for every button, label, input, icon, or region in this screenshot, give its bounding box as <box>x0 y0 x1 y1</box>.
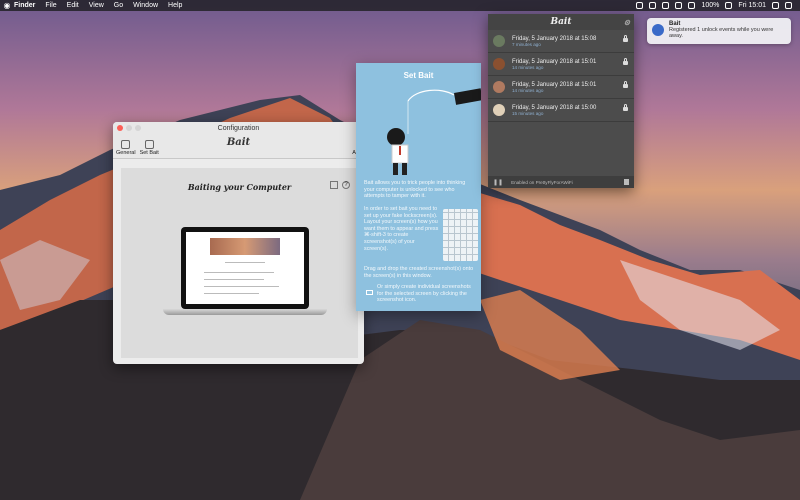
pause-icon[interactable]: ❚❚ <box>493 179 503 186</box>
bait-status-icon[interactable] <box>636 2 644 9</box>
avatar <box>493 104 505 116</box>
event-date: Friday, 5 January 2018 at 15:08 <box>512 35 597 42</box>
wifi-icon[interactable] <box>688 2 696 9</box>
trash-icon[interactable] <box>624 179 629 185</box>
screenshot-icon <box>366 290 373 295</box>
configuration-window: Configuration General Set Bait Bait Abo … <box>113 122 364 364</box>
menubar-clock[interactable]: Fri 15:01 <box>738 2 766 9</box>
gear-icon[interactable]: ⚙ <box>624 18 630 27</box>
event-ago: 14 minutes ago <box>512 64 544 70</box>
bait-logo: Bait <box>550 17 572 27</box>
lock-icon <box>623 35 628 42</box>
events-footer: ❚❚ Enabled on PrettyFlyForAWiFi <box>488 176 634 188</box>
fan-icon[interactable] <box>675 2 683 9</box>
toolbar: General Set Bait Bait Abo <box>113 134 364 159</box>
avatar <box>493 58 505 70</box>
events-panel: Bait ⚙ Friday, 5 January 2018 at 15:08 7… <box>488 14 634 188</box>
event-row[interactable]: Friday, 5 January 2018 at 15:00 15 minut… <box>488 99 634 122</box>
search-icon[interactable] <box>772 2 779 9</box>
menu-file[interactable]: File <box>45 2 56 9</box>
avatar <box>493 35 505 47</box>
event-ago: 15 minutes ago <box>512 110 544 116</box>
window-titlebar[interactable]: Configuration <box>113 122 364 134</box>
preview-hero-image <box>210 238 280 255</box>
help-button[interactable]: ? <box>342 181 350 189</box>
screenshot-hint-text: Or simply create individual screenshots … <box>377 284 471 304</box>
menu-edit[interactable]: Edit <box>67 2 79 9</box>
event-ago: 7 minutes ago <box>512 41 541 47</box>
keyboard-illustration <box>443 209 478 261</box>
events-header: Bait ⚙ <box>488 14 634 30</box>
event-row[interactable]: Friday, 5 January 2018 at 15:08 7 minute… <box>488 30 634 53</box>
cloud-icon[interactable] <box>649 2 657 9</box>
event-row[interactable]: Friday, 5 January 2018 at 15:01 14 minut… <box>488 53 634 76</box>
menu-view[interactable]: View <box>89 2 104 9</box>
apple-menu-icon[interactable]: ◉ <box>0 1 14 10</box>
notification-center-icon[interactable] <box>785 2 792 9</box>
battery-percent[interactable]: 100% <box>701 2 719 9</box>
notification-body: Registered 1 unlock events while you wer… <box>669 27 774 39</box>
drag-drop-text: Drag and drop the created screenshot(s) … <box>364 266 474 279</box>
menu-finder[interactable]: Finder <box>14 2 35 9</box>
battery-icon[interactable] <box>725 2 733 9</box>
lock-icon <box>623 81 628 88</box>
lock-icon <box>623 58 628 65</box>
event-row[interactable]: Friday, 5 January 2018 at 15:01 14 minut… <box>488 76 634 99</box>
instructions-text: In order to set bait you need to set up … <box>364 206 439 252</box>
event-date: Friday, 5 January 2018 at 15:01 <box>512 81 597 88</box>
screenshot-preview <box>186 232 304 304</box>
baiting-heading: Baiting your Computer <box>187 182 292 192</box>
menu-window[interactable]: Window <box>133 2 158 9</box>
window-title: Configuration <box>217 124 260 132</box>
menu-go[interactable]: Go <box>114 2 123 9</box>
lock-icon <box>623 104 628 111</box>
set-bait-content: Baiting your Computer ? <box>121 168 358 358</box>
screen-drop-target[interactable] <box>181 227 309 309</box>
event-date: Friday, 5 January 2018 at 15:01 <box>512 58 597 65</box>
event-date: Friday, 5 January 2018 at 15:00 <box>512 104 597 111</box>
status-area: 100% Fri 15:01 <box>636 2 800 9</box>
tab-set-bait-label: Set Bait <box>139 150 159 156</box>
menu-bar: ◉ Finder File Edit View Go Window Help 1… <box>0 0 800 11</box>
notification-banner[interactable]: Bait Registered 1 unlock events while yo… <box>647 18 791 44</box>
bait-logo: Bait <box>226 137 251 148</box>
screenshot-icon[interactable] <box>330 181 338 189</box>
event-ago: 14 minutes ago <box>512 87 544 93</box>
set-bait-panel: Set Bait Bait allows you to trick people… <box>356 63 481 311</box>
enabled-network-text: Enabled on PrettyFlyForAWiFi <box>511 179 573 185</box>
tab-general-label: General <box>116 150 136 156</box>
intro-text: Bait allows you to trick people into thi… <box>364 180 466 200</box>
bait-app-icon <box>652 24 664 36</box>
menu-help[interactable]: Help <box>168 2 182 9</box>
laptop-base <box>163 309 327 315</box>
lock-status-icon[interactable] <box>662 2 670 9</box>
avatar <box>493 81 505 93</box>
